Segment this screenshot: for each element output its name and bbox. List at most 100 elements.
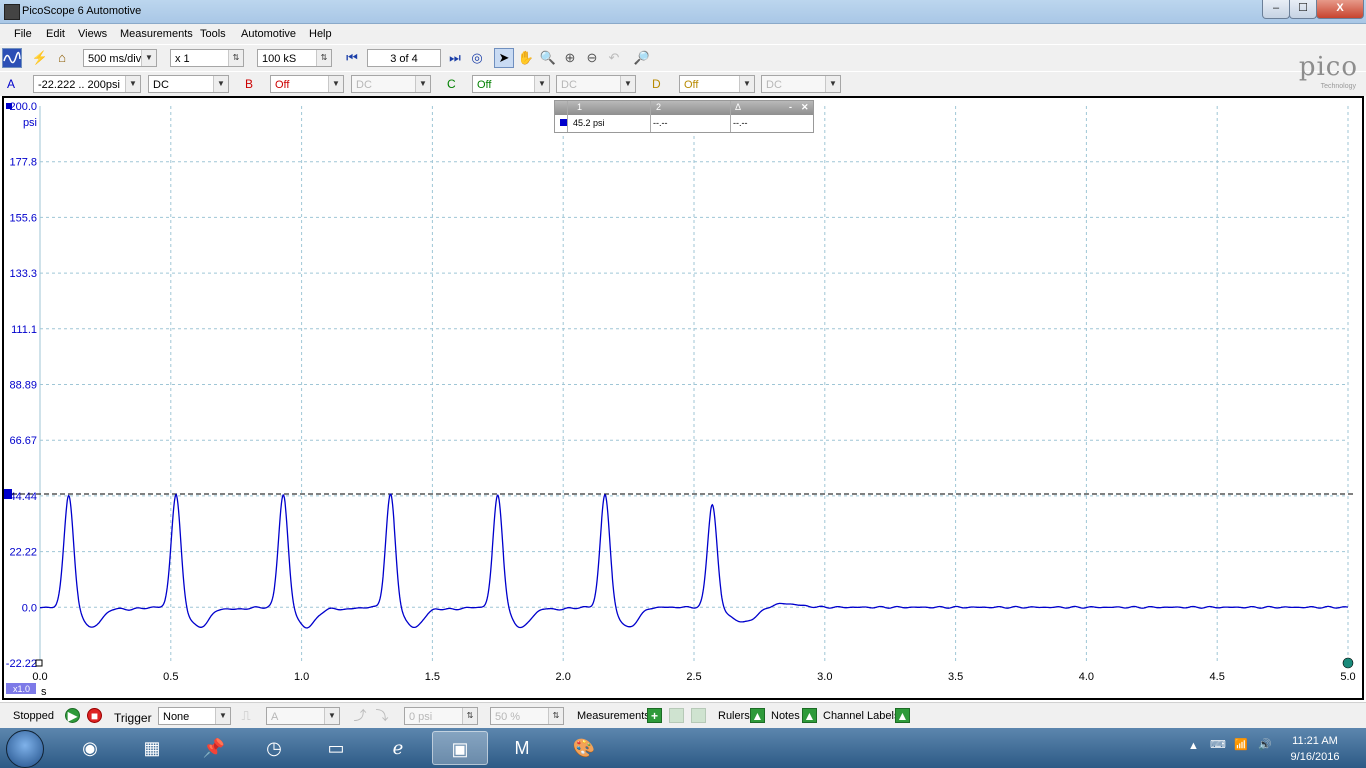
start-button[interactable] (6, 730, 44, 768)
pointer-tool-icon[interactable]: ➤ (494, 48, 514, 68)
next-buffer-icon[interactable]: ⏭ (445, 48, 465, 68)
measurements-label: Measurements (577, 710, 650, 722)
close-button[interactable]: X (1316, 0, 1364, 19)
channel-c-range-select[interactable]: Off ▼ (472, 75, 550, 93)
scope-mode-icon[interactable] (2, 48, 22, 68)
chevron-down-icon: ▼ (825, 76, 840, 92)
channel-d-label[interactable]: D (652, 77, 661, 91)
zoom-badge-text: x1.0 (13, 684, 30, 694)
chrome-icon[interactable]: ◉ (62, 731, 118, 765)
channel-a-range-select[interactable]: -22.222 .. 200psi ▼ (33, 75, 141, 93)
network-signal-icon[interactable]: 📶 (1234, 738, 1248, 751)
channel-b-range-select[interactable]: Off ▼ (270, 75, 344, 93)
system-clock[interactable]: 11:21 AM 9/16/2016 (1280, 733, 1350, 765)
clock-time: 11:21 AM (1292, 735, 1338, 747)
menu-views[interactable]: Views (78, 28, 107, 40)
paint-icon[interactable]: 🎨 (556, 731, 612, 765)
y-axis-labels: 200.0 177.8 155.6 133.3 111.1 88.89 66.67 44.44… (6, 101, 37, 670)
maximize-button[interactable]: ☐ (1289, 0, 1317, 19)
channel-a-top-marker (6, 103, 12, 109)
chevron-down-icon: ▼ (213, 76, 228, 92)
home-icon[interactable]: ⌂ (52, 48, 72, 68)
chevron-down-icon: ▼ (215, 708, 230, 724)
scope-view[interactable]: 200.0 177.8 155.6 133.3 111.1 88.89 66.67 44.44… (2, 96, 1364, 700)
trigger-mode-select[interactable]: None ▼ (158, 707, 231, 725)
edit-measurement-icon (669, 708, 684, 723)
capture-status: Stopped (13, 710, 54, 722)
channel-c-label[interactable]: C (447, 77, 456, 91)
menu-automotive[interactable]: Automotive (241, 28, 296, 40)
mcafee-icon[interactable]: M (494, 731, 550, 765)
internet-explorer-icon[interactable]: ℯ (370, 731, 426, 765)
minimize-table-icon[interactable]: - (789, 102, 792, 112)
channel-a-label[interactable]: A (7, 77, 15, 91)
pushpin-icon[interactable]: 📌 (186, 731, 242, 765)
rulers-label: Rulers (718, 710, 750, 722)
picoscope-taskbar-icon[interactable]: ▣ (432, 731, 488, 765)
minimize-button[interactable]: ‒ (1262, 0, 1290, 19)
channel-labels-toggle-icon[interactable]: ▲ (895, 708, 910, 723)
pico-logo: pico Technology (1270, 52, 1362, 92)
zoom-in-icon[interactable]: ⊕ (560, 48, 580, 68)
chevron-down-icon: ▼ (125, 76, 140, 92)
trigger-label: Trigger (114, 711, 152, 725)
logo-sub-text: Technology (1320, 83, 1356, 90)
notes-toggle-icon[interactable]: ▲ (802, 708, 817, 723)
menu-edit[interactable]: Edit (46, 28, 65, 40)
title-bar: PicoScope 6 Automotive ‒ ☐ X (0, 0, 1366, 24)
channel-d-range-select[interactable]: Off ▼ (679, 75, 755, 93)
trigger-level-value: 0 psi (409, 711, 433, 723)
menu-file[interactable]: File (14, 28, 32, 40)
delete-measurement-icon (691, 708, 706, 723)
samples-spin[interactable]: 100 kS ⇅ (257, 49, 332, 67)
rulers-table-row: 45.2 psi --.-- --.-- (555, 116, 813, 131)
grid (39, 106, 1349, 663)
zoom-factor-spin[interactable]: x 1 ⇅ (170, 49, 244, 67)
channel-labels-label: Channel Labels (823, 710, 900, 722)
channel-a-coupling-select[interactable]: DC ▼ (148, 75, 229, 93)
menu-measurements[interactable]: Measurements (120, 28, 193, 40)
rulers-toggle-icon[interactable]: ▲ (750, 708, 765, 723)
stop-capture-icon[interactable]: ■ (87, 708, 102, 723)
signal-ruler-handle[interactable] (4, 489, 12, 500)
y-tick-label: 200.0 (9, 101, 37, 113)
main-toolbar: ⚡ ⌂ 500 ms/div ▼ x 1 ⇅ 100 kS ⇅ ⏮ 3 of 4 ⏭ … (0, 45, 1366, 71)
start-capture-icon[interactable]: ▶ (65, 708, 80, 723)
buffer-overview-icon[interactable]: ◎ (467, 48, 487, 68)
volume-icon[interactable]: 🔊 (1258, 738, 1272, 751)
y-tick-label: 155.6 (9, 212, 37, 224)
channel-c-coupling-select: DC ▼ (556, 75, 636, 93)
ruler-1-value: 45.2 psi (573, 118, 605, 128)
buffer-value: 3 of 4 (390, 53, 418, 65)
add-measurement-icon[interactable]: + (647, 708, 662, 723)
device-icon[interactable]: ⌨ (1210, 738, 1226, 751)
undo-zoom-icon[interactable]: ↶ (604, 48, 624, 68)
scope-graph[interactable]: 200.0 177.8 155.6 133.3 111.1 88.89 66.67 44.44… (4, 98, 1362, 698)
rulers-table[interactable]: 1 2 Δ - ✕ 45.2 psi --.-- --.-- (554, 100, 814, 133)
spin-arrows-icon: ⇅ (548, 708, 563, 724)
rising-edge-icon: ⤴ (353, 708, 367, 723)
menu-tools[interactable]: Tools (200, 28, 226, 40)
menu-help[interactable]: Help (309, 28, 332, 40)
windows-taskbar: ◉ ▦ 📌 ◷ ▭ ℯ ▣ M 🎨 ▲ ⌨ 📶 🔊 11:21 AM 9/16/… (0, 728, 1366, 768)
show-hidden-icons-icon[interactable]: ▲ (1188, 740, 1199, 752)
auto-setup-icon[interactable]: ⚡ (30, 48, 50, 68)
picoscope-window: PicoScope 6 Automotive ‒ ☐ X File Edit V… (0, 0, 1366, 768)
zoom-fit-icon[interactable]: 🔎 (632, 48, 652, 68)
channel-b-label[interactable]: B (245, 77, 253, 91)
previous-buffer-icon[interactable]: ⏮ (342, 48, 362, 68)
chevron-down-icon: ▼ (141, 50, 156, 66)
timebase-select[interactable]: 500 ms/div ▼ (83, 49, 157, 67)
trace-end-marker[interactable] (1342, 657, 1354, 669)
clock-app-icon[interactable]: ◷ (246, 731, 302, 765)
network-app-icon[interactable]: ▦ (124, 731, 180, 765)
y-tick-label: 177.8 (9, 157, 37, 169)
close-table-icon[interactable]: ✕ (801, 102, 809, 113)
zoom-area-icon[interactable]: 🔍 (538, 48, 558, 68)
spin-arrows-icon: ⇅ (316, 50, 331, 66)
file-explorer-icon[interactable]: ▭ (308, 731, 364, 765)
zoom-out-icon[interactable]: ⊖ (582, 48, 602, 68)
buffer-navigator[interactable]: 3 of 4 (367, 49, 441, 67)
ruler-2-value: --.-- (653, 118, 668, 128)
hand-tool-icon[interactable]: ✋ (516, 48, 536, 68)
